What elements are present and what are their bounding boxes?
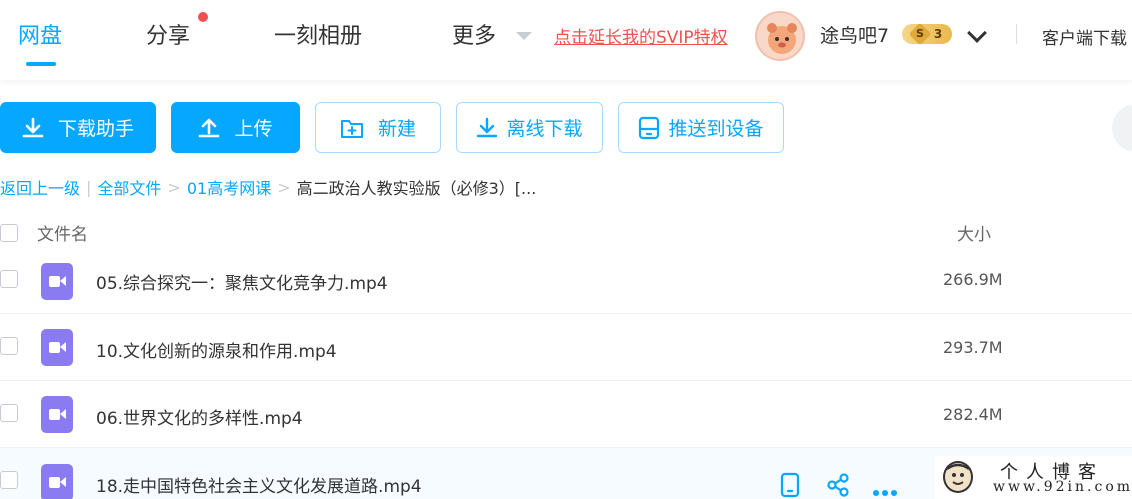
watermark-url: www.92in.com [993,479,1132,495]
row-checkbox[interactable] [0,471,18,489]
username[interactable]: 途鸟吧7 [820,21,889,48]
watermark: 个人博客 www.92in.com [935,456,1132,499]
device-icon [639,116,660,139]
push-to-device-label: 推送到设备 [668,118,764,140]
row-checkbox[interactable] [0,270,18,288]
notification-dot [198,12,208,22]
new-folder-label: 新建 [377,118,416,140]
client-download-link[interactable]: 客户端下载 [1042,24,1127,49]
download-helper-button[interactable]: 下载助手 [0,102,156,153]
divider [1016,24,1017,44]
table-row[interactable]: 05.综合探究一：聚焦文化竞争力.mp4 266.9M [0,247,1132,314]
breadcrumb-current: 高二政治人教实验版（必修3）[... [296,179,537,198]
file-name[interactable]: 06.世界文化的多样性.mp4 [96,404,303,429]
row-checkbox[interactable] [0,404,18,422]
new-folder-button[interactable]: 新建 [315,102,441,153]
share-icon[interactable] [826,473,850,499]
download-helper-label: 下载助手 [57,118,134,140]
offline-download-label: 离线下载 [506,118,583,140]
nav-tab-share[interactable]: 分享 [146,18,190,50]
column-header-name[interactable]: 文件名 [37,220,88,245]
table-row[interactable]: 10.文化创新的源泉和作用.mp4 293.7M [0,314,1132,381]
column-header-size[interactable]: 大小 [957,220,991,245]
top-nav: 网盘 分享 一刻相册 更多 点击延长我的SVIP特权 途鸟吧7 S 3 客户端下… [0,0,1132,80]
more-icon[interactable] [872,482,898,499]
breadcrumb-arrow: > [167,177,181,197]
file-size: 293.7M [943,338,1003,357]
nav-tab-netdisk[interactable]: 网盘 [18,18,62,50]
chevron-down-icon[interactable] [967,23,987,43]
push-to-device-button[interactable]: 推送到设备 [618,102,784,153]
new-folder-icon [340,119,363,138]
file-size: 266.9M [943,270,1003,289]
file-size: 282.4M [943,405,1003,424]
file-name[interactable]: 18.走中国特色社会主义文化发展道路.mp4 [96,472,422,497]
upload-label: 上传 [234,118,273,140]
upload-icon [199,118,220,137]
video-file-icon [41,329,73,366]
offline-download-button[interactable]: 离线下载 [456,102,603,153]
nav-tab-album[interactable]: 一刻相册 [274,18,362,50]
upload-button[interactable]: 上传 [171,102,300,153]
breadcrumb-folder[interactable]: 01高考网课 [187,175,271,199]
svip-promo-link[interactable]: 点击延长我的SVIP特权 [554,23,728,48]
breadcrumb: 返回上一级 | 全部文件 > 01高考网课 > 高二政治人教实验版（必修3）[.… [0,175,536,199]
level-value: 3 [933,27,943,41]
breadcrumb-divider: | [86,177,92,197]
search-box[interactable] [1112,104,1132,152]
select-all-checkbox[interactable] [0,224,18,242]
offline-download-icon [477,117,498,137]
file-name[interactable]: 05.综合探究一：聚焦文化竞争力.mp4 [96,269,388,294]
video-file-icon [41,263,73,300]
row-checkbox[interactable] [0,337,18,355]
back-link[interactable]: 返回上一级 [0,175,80,199]
phone-icon[interactable] [779,472,801,499]
video-file-icon [41,396,73,433]
level-icon: S [915,27,924,40]
avatar[interactable] [755,11,805,61]
table-row[interactable]: 06.世界文化的多样性.mp4 282.4M [0,381,1132,448]
video-file-icon [41,464,73,499]
download-icon [22,117,44,137]
file-name[interactable]: 10.文化创新的源泉和作用.mp4 [96,337,337,362]
watermark-logo-icon [943,461,973,493]
caret-down-icon[interactable] [516,32,532,40]
nav-tab-more[interactable]: 更多 [452,18,496,50]
breadcrumb-arrow: > [277,177,291,197]
level-badge[interactable]: S 3 [902,22,952,46]
breadcrumb-all-files[interactable]: 全部文件 [97,175,161,199]
active-tab-indicator [26,62,56,66]
